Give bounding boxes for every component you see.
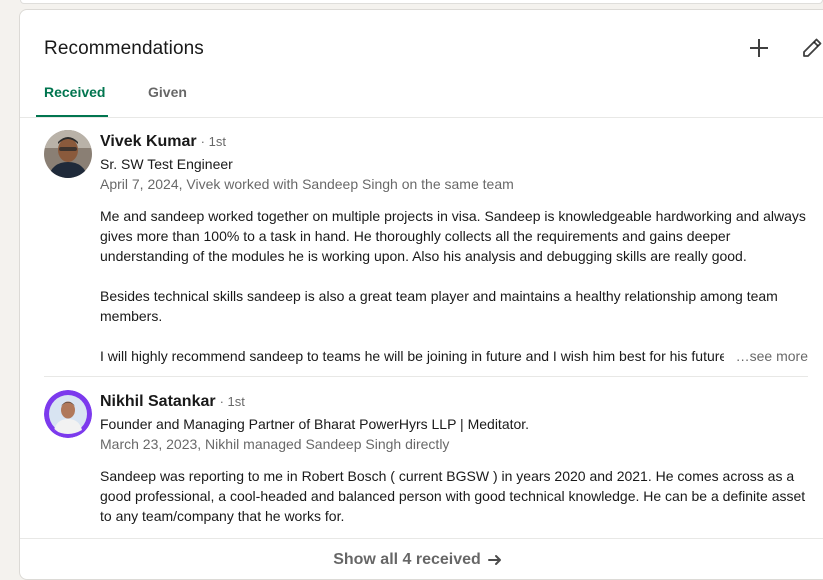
recommendation-paragraph: Besides technical skills sandeep is also… [100,288,778,324]
recommendations-card: Recommendations Received Given Vivek Kum… [19,9,823,580]
edit-recommendations-button[interactable] [794,30,823,66]
tab-given[interactable]: Given [140,74,195,117]
truncated-line: I will highly recommend sandeep to teams… [100,346,808,366]
plus-icon [750,39,768,57]
recommendation-body: Vivek Kumar · 1st Sr. SW Test Engineer Ap… [100,130,808,366]
recommendation-paragraph: Me and sandeep worked together on multip… [100,208,806,264]
recommendation-text: Sandeep was reporting to me in Robert Bo… [100,466,808,526]
recommendation-body: Nikhil Satankar · 1st Founder and Managin… [100,390,808,526]
show-all-button[interactable]: Show all 4 received [333,551,503,569]
avatar[interactable] [44,390,92,438]
connection-degree: · 1st [200,134,226,149]
see-more-link[interactable]: …see more [729,346,808,366]
arrow-right-icon [487,555,501,565]
recommendation-text: Me and sandeep worked together on multip… [100,206,808,366]
tabs-divider [20,117,823,118]
item-divider [44,376,808,377]
show-all-label: Show all 4 received [333,551,481,568]
section-title: Recommendations [44,38,204,59]
recommender-line: Vivek Kumar · 1st [100,130,808,154]
recommendation-paragraph: Sandeep was reporting to me in Robert Bo… [100,468,806,524]
recommender-name[interactable]: Vivek Kumar [100,133,197,150]
previous-card-edge [20,0,823,4]
recommender-headline: Sr. SW Test Engineer [100,156,233,172]
add-recommendation-button[interactable] [741,30,777,66]
recommendation-meta: April 7, 2024, Vivek worked with Sandeep… [100,176,514,192]
recommender-headline: Founder and Managing Partner of Bharat P… [100,416,530,432]
tab-received[interactable]: Received [36,74,108,117]
recommendation-meta: March 23, 2023, Nikhil managed Sandeep S… [100,436,450,452]
card-header: Recommendations [44,34,823,64]
pencil-icon [803,38,822,57]
connection-degree: · 1st [219,394,245,409]
recommendation-paragraph: I will highly recommend sandeep to teams… [100,348,724,364]
recommender-line: Nikhil Satankar · 1st [100,390,808,414]
avatar[interactable] [44,130,92,178]
recommender-name[interactable]: Nikhil Satankar [100,393,216,410]
card-footer: Show all 4 received [20,538,823,579]
